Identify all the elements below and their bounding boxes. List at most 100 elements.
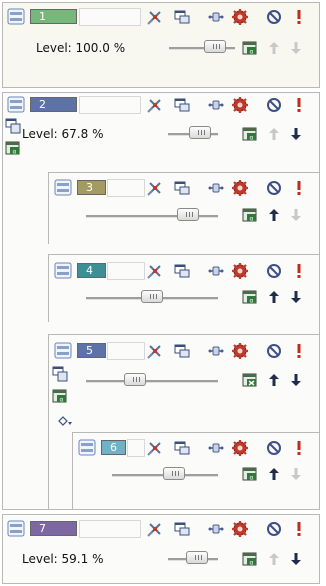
list-icon[interactable] (78, 439, 96, 456)
disable-icon[interactable] (266, 521, 282, 537)
level-slider-thumb[interactable] (177, 208, 199, 221)
gear-icon[interactable] (232, 521, 248, 537)
level-readout: Level: 67.8 % (22, 127, 104, 141)
level-readout: Level: 59.1 % (22, 552, 104, 566)
image-alpha-icon[interactable] (242, 551, 258, 567)
link-icon[interactable] (208, 343, 224, 359)
arrow-up-icon[interactable] (266, 466, 282, 482)
channel-name-field[interactable] (79, 96, 141, 114)
level-slider-thumb[interactable] (186, 551, 208, 564)
channel-name-field[interactable] (127, 439, 145, 457)
arrow-down-icon (288, 207, 304, 223)
window-icon[interactable] (174, 343, 190, 359)
channel-name-field[interactable] (79, 8, 141, 26)
mixer-icon[interactable] (147, 521, 163, 537)
arrow-down-icon (288, 466, 304, 482)
exclamation-icon[interactable] (291, 521, 307, 537)
mixer-icon[interactable] (147, 9, 163, 25)
arrow-down-icon[interactable] (288, 372, 304, 388)
arrow-down-icon[interactable] (288, 289, 304, 305)
channel-number-5[interactable]: 5 (77, 343, 106, 358)
mixer-icon[interactable] (147, 263, 163, 279)
gear-icon[interactable] (232, 343, 248, 359)
disable-icon[interactable] (266, 263, 282, 279)
exclamation-icon[interactable] (291, 9, 307, 25)
disable-icon[interactable] (266, 97, 282, 113)
image-remove-icon[interactable] (242, 372, 258, 388)
link-icon[interactable] (208, 440, 224, 456)
insert-marker-icon[interactable] (58, 414, 74, 430)
exclamation-icon[interactable] (291, 263, 307, 279)
image-alpha-icon[interactable] (5, 140, 21, 156)
image-alpha-icon[interactable] (242, 289, 258, 305)
arrow-up-icon[interactable] (266, 289, 282, 305)
window-icon[interactable] (174, 9, 190, 25)
list-icon[interactable] (7, 96, 25, 113)
mixer-icon[interactable] (147, 180, 163, 196)
level-slider-track[interactable] (86, 380, 218, 383)
sub-window-icon[interactable] (52, 366, 68, 382)
channel-name-field[interactable] (79, 520, 141, 538)
arrow-up-icon[interactable] (266, 207, 282, 223)
link-icon[interactable] (208, 97, 224, 113)
level-slider-thumb[interactable] (124, 373, 146, 386)
disable-icon[interactable] (266, 180, 282, 196)
image-alpha-icon[interactable] (242, 126, 258, 142)
exclamation-icon[interactable] (291, 97, 307, 113)
list-icon[interactable] (54, 342, 72, 359)
level-slider-thumb[interactable] (189, 126, 211, 139)
channel-name-field[interactable] (107, 262, 145, 280)
arrow-up-icon (266, 40, 282, 56)
mixer-icon[interactable] (147, 343, 163, 359)
disable-icon[interactable] (266, 9, 282, 25)
channel-number-1[interactable]: 1 (30, 9, 77, 24)
image-alpha-icon[interactable] (242, 207, 258, 223)
link-icon[interactable] (208, 180, 224, 196)
level-slider-thumb[interactable] (204, 40, 226, 53)
exclamation-icon[interactable] (291, 440, 307, 456)
disable-icon[interactable] (266, 343, 282, 359)
list-icon[interactable] (7, 8, 25, 25)
arrow-up-icon[interactable] (266, 551, 282, 567)
mixer-icon[interactable] (147, 97, 163, 113)
channel-number-3[interactable]: 3 (77, 180, 106, 195)
mixer-icon[interactable] (147, 440, 163, 456)
channel-name-field[interactable] (107, 342, 145, 360)
level-slider-thumb[interactable] (163, 467, 185, 480)
channel-name-field[interactable] (107, 179, 145, 197)
gear-icon[interactable] (232, 97, 248, 113)
gear-icon[interactable] (232, 9, 248, 25)
arrow-down-icon (288, 40, 304, 56)
list-icon[interactable] (54, 262, 72, 279)
channel-number-6[interactable]: 6 (101, 440, 126, 455)
window-icon[interactable] (174, 97, 190, 113)
link-icon[interactable] (208, 263, 224, 279)
image-alpha-icon[interactable] (52, 388, 68, 404)
link-icon[interactable] (208, 521, 224, 537)
arrow-down-icon[interactable] (288, 126, 304, 142)
image-alpha-icon[interactable] (242, 466, 258, 482)
sub-window-icon[interactable] (5, 118, 21, 134)
arrow-up-icon (266, 126, 282, 142)
level-readout: Level: 100.0 % (36, 41, 126, 55)
gear-icon[interactable] (232, 263, 248, 279)
exclamation-icon[interactable] (291, 343, 307, 359)
level-slider-thumb[interactable] (141, 290, 163, 303)
list-icon[interactable] (54, 179, 72, 196)
window-icon[interactable] (174, 263, 190, 279)
arrow-down-icon[interactable] (288, 551, 304, 567)
gear-icon[interactable] (232, 180, 248, 196)
window-icon[interactable] (174, 521, 190, 537)
window-icon[interactable] (174, 440, 190, 456)
image-alpha-icon[interactable] (242, 40, 258, 56)
channel-number-2[interactable]: 2 (30, 97, 77, 112)
gear-icon[interactable] (232, 440, 248, 456)
link-icon[interactable] (208, 9, 224, 25)
disable-icon[interactable] (266, 440, 282, 456)
list-icon[interactable] (7, 520, 25, 537)
channel-number-4[interactable]: 4 (77, 263, 106, 278)
exclamation-icon[interactable] (291, 180, 307, 196)
arrow-up-icon[interactable] (266, 372, 282, 388)
channel-number-7[interactable]: 7 (30, 521, 77, 536)
window-icon[interactable] (174, 180, 190, 196)
